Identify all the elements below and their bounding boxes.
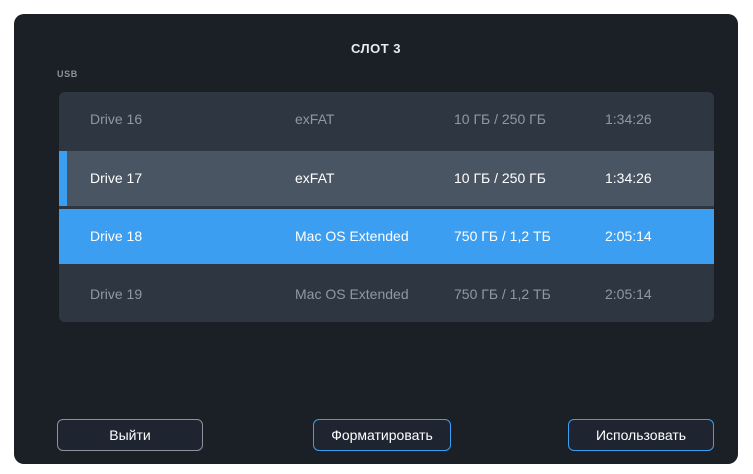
use-button[interactable]: Использовать bbox=[568, 419, 714, 451]
drive-row-16[interactable]: Drive 16 exFAT 10 ГБ / 250 ГБ 1:34:26 bbox=[59, 92, 714, 147]
drive-row-17[interactable]: Drive 17 exFAT 10 ГБ / 250 ГБ 1:34:26 bbox=[59, 151, 714, 206]
drive-remaining-time: 2:05:14 bbox=[605, 228, 652, 244]
page-title: СЛОТ 3 bbox=[350, 41, 402, 56]
drive-filesystem: exFAT bbox=[295, 170, 335, 186]
drive-list: Drive 16 exFAT 10 ГБ / 250 ГБ 1:34:26 Dr… bbox=[59, 92, 714, 322]
drive-row-18[interactable]: Drive 18 Mac OS Extended 750 ГБ / 1,2 ТБ… bbox=[59, 209, 714, 264]
drive-name: Drive 17 bbox=[90, 170, 143, 186]
usb-section-label: USB bbox=[57, 69, 78, 79]
drive-remaining-time: 1:34:26 bbox=[605, 170, 652, 186]
drive-filesystem: Mac OS Extended bbox=[295, 286, 409, 302]
drive-capacity: 750 ГБ / 1,2 ТБ bbox=[454, 228, 551, 244]
drive-name: Drive 18 bbox=[90, 228, 143, 244]
drive-capacity: 10 ГБ / 250 ГБ bbox=[454, 111, 546, 127]
drive-filesystem: Mac OS Extended bbox=[295, 228, 409, 244]
media-slot-screen: СЛОТ 3 USB Drive 16 exFAT 10 ГБ / 250 ГБ… bbox=[14, 14, 738, 464]
drive-remaining-time: 2:05:14 bbox=[605, 286, 652, 302]
format-button[interactable]: Форматировать bbox=[313, 419, 451, 451]
drive-capacity: 10 ГБ / 250 ГБ bbox=[454, 170, 546, 186]
drive-row-19[interactable]: Drive 19 Mac OS Extended 750 ГБ / 1,2 ТБ… bbox=[59, 267, 714, 322]
exit-button[interactable]: Выйти bbox=[57, 419, 203, 451]
drive-name: Drive 16 bbox=[90, 111, 143, 127]
drive-remaining-time: 1:34:26 bbox=[605, 111, 652, 127]
drive-filesystem: exFAT bbox=[295, 111, 335, 127]
drive-capacity: 750 ГБ / 1,2 ТБ bbox=[454, 286, 551, 302]
drive-name: Drive 19 bbox=[90, 286, 143, 302]
active-drive-indicator bbox=[59, 151, 67, 206]
